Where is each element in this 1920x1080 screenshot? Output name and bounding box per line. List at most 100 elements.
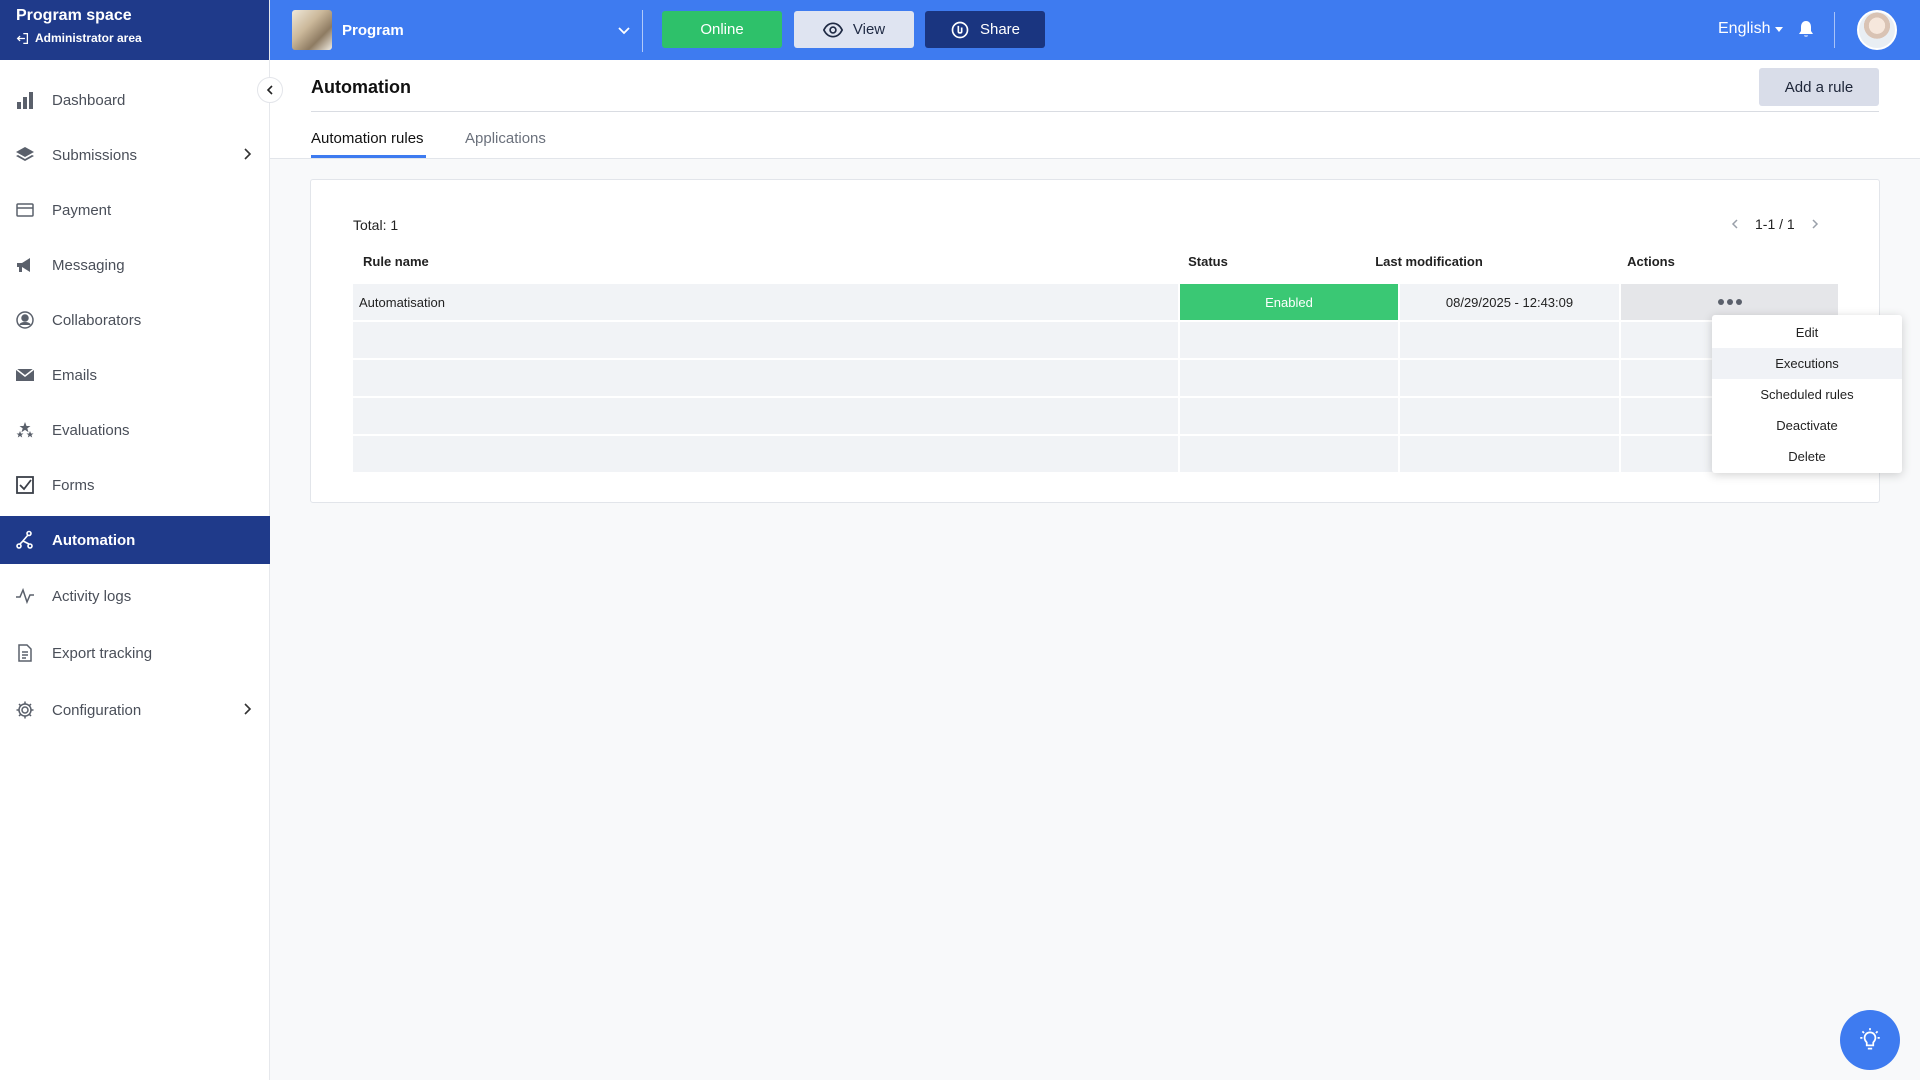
eye-icon bbox=[822, 21, 843, 38]
share-button[interactable]: Share bbox=[925, 11, 1045, 48]
tab-automation-rules[interactable]: Automation rules bbox=[311, 130, 424, 147]
divider bbox=[642, 10, 643, 52]
column-header-status: Status bbox=[1188, 254, 1228, 269]
sidebar-item-submissions[interactable]: Submissions bbox=[0, 131, 270, 179]
help-tips-button[interactable] bbox=[1840, 1010, 1900, 1070]
user-circle-icon bbox=[14, 309, 36, 331]
sidebar-header: Program space Administrator area bbox=[0, 0, 269, 60]
chevron-left-icon bbox=[266, 85, 273, 95]
sidebar-item-label: Submissions bbox=[52, 146, 138, 164]
chevron-right-icon bbox=[244, 703, 252, 715]
column-header-actions: Actions bbox=[1627, 254, 1675, 269]
caret-down-icon bbox=[1775, 27, 1784, 32]
program-thumbnail bbox=[292, 10, 332, 50]
actions-dropdown-menu: Edit Executions Scheduled rules Deactiva… bbox=[1712, 315, 1902, 473]
chevron-right-icon bbox=[244, 148, 252, 160]
sidebar-item-activity-logs[interactable]: Activity logs bbox=[0, 572, 270, 620]
table-row[interactable]: Automatisation Enabled 08/29/2025 - 12:4… bbox=[353, 284, 1838, 320]
table-row-empty bbox=[353, 360, 1838, 396]
credit-card-icon bbox=[14, 199, 36, 221]
sidebar-item-collaborators[interactable]: Collaborators bbox=[0, 296, 270, 344]
sidebar-item-label: Messaging bbox=[52, 256, 125, 274]
rule-name-cell: Automatisation bbox=[353, 284, 1178, 320]
sidebar-item-label: Payment bbox=[52, 201, 112, 219]
rules-card: Total: 1 1-1 / 1 Rule name Status Last m… bbox=[310, 179, 1880, 503]
checkbox-icon bbox=[14, 474, 36, 496]
share-label: Share bbox=[979, 21, 1021, 38]
sidebar-item-messaging[interactable]: Messaging bbox=[0, 241, 270, 289]
sidebar-item-dashboard[interactable]: Dashboard bbox=[0, 76, 270, 124]
last-modification-cell: 08/29/2025 - 12:43:09 bbox=[1400, 284, 1619, 320]
stars-icon bbox=[14, 419, 36, 441]
sidebar-item-label: Activity logs bbox=[52, 587, 132, 605]
menu-item-executions[interactable]: Executions bbox=[1712, 348, 1902, 379]
online-label: Online bbox=[700, 21, 744, 38]
menu-item-scheduled-rules[interactable]: Scheduled rules bbox=[1712, 379, 1902, 410]
language-selector[interactable]: English bbox=[1718, 20, 1784, 38]
user-avatar[interactable] bbox=[1857, 10, 1897, 50]
administrator-area-label: Administrator area bbox=[35, 31, 142, 45]
chevron-right-icon[interactable] bbox=[1809, 218, 1821, 230]
layers-icon bbox=[14, 144, 36, 166]
divider bbox=[311, 111, 1879, 112]
pagination: 1-1 / 1 bbox=[1729, 216, 1821, 232]
view-label: View bbox=[852, 21, 886, 38]
table-row-empty bbox=[353, 322, 1838, 358]
language-label: English bbox=[1718, 20, 1771, 37]
page-header: Automation Add a rule Automation rules A… bbox=[270, 60, 1920, 159]
total-count: Total: 1 bbox=[353, 217, 399, 233]
menu-item-delete[interactable]: Delete bbox=[1712, 441, 1902, 472]
sidebar-item-label: Forms bbox=[52, 476, 95, 494]
sidebar-item-label: Automation bbox=[52, 531, 136, 549]
document-export-icon bbox=[14, 642, 36, 664]
envelope-icon bbox=[14, 364, 36, 386]
page-title: Automation bbox=[311, 77, 411, 97]
sidebar-item-label: Collaborators bbox=[52, 311, 142, 329]
table-row-empty bbox=[353, 398, 1838, 434]
exit-icon bbox=[16, 32, 29, 44]
program-name: Program bbox=[342, 21, 404, 39]
sidebar-item-export-tracking[interactable]: Export tracking bbox=[0, 629, 270, 677]
bar-chart-icon bbox=[14, 89, 36, 111]
online-button[interactable]: Online bbox=[662, 11, 782, 48]
menu-item-edit[interactable]: Edit bbox=[1712, 317, 1902, 348]
sidebar-item-payment[interactable]: Payment bbox=[0, 186, 270, 234]
active-tab-indicator bbox=[311, 155, 426, 158]
sidebar-collapse-button[interactable] bbox=[257, 77, 283, 103]
workspace-title: Program space bbox=[16, 7, 132, 24]
column-header-rule-name: Rule name bbox=[363, 254, 429, 269]
sidebar-item-label: Configuration bbox=[52, 701, 142, 719]
view-button[interactable]: View bbox=[794, 11, 914, 48]
divider bbox=[1834, 12, 1835, 48]
top-bar: Program Online View Share English bbox=[270, 0, 1920, 60]
tab-applications[interactable]: Applications bbox=[465, 130, 546, 147]
sidebar-item-label: Dashboard bbox=[52, 91, 126, 109]
add-rule-button[interactable]: Add a rule bbox=[1759, 68, 1879, 106]
share-link-icon bbox=[951, 21, 969, 38]
activity-pulse-icon bbox=[14, 585, 36, 607]
program-selector[interactable]: Program bbox=[292, 10, 632, 50]
megaphone-icon bbox=[14, 254, 36, 276]
sidebar-item-evaluations[interactable]: Evaluations bbox=[0, 406, 270, 454]
status-badge: Enabled bbox=[1180, 284, 1398, 320]
chevron-left-icon[interactable] bbox=[1729, 218, 1741, 230]
administrator-area-link[interactable]: Administrator area bbox=[16, 31, 269, 45]
table-row-empty bbox=[353, 436, 1838, 472]
sidebar-item-label: Evaluations bbox=[52, 421, 130, 439]
sidebar-item-forms[interactable]: Forms bbox=[0, 461, 270, 509]
sidebar-item-automation[interactable]: Automation bbox=[0, 516, 270, 564]
more-horizontal-icon bbox=[1717, 299, 1742, 305]
chevron-down-icon bbox=[618, 27, 630, 35]
menu-item-deactivate[interactable]: Deactivate bbox=[1712, 410, 1902, 441]
sidebar: Program space Administrator area Dashboa… bbox=[0, 0, 270, 1080]
sidebar-item-label: Emails bbox=[52, 366, 98, 384]
sidebar-item-emails[interactable]: Emails bbox=[0, 351, 270, 399]
column-header-last-modification: Last modification bbox=[1375, 254, 1483, 269]
bell-icon[interactable] bbox=[1796, 19, 1816, 39]
sidebar-item-configuration[interactable]: Configuration bbox=[0, 686, 270, 734]
lightbulb-icon bbox=[1860, 1028, 1880, 1050]
sidebar-item-label: Export tracking bbox=[52, 644, 153, 662]
automation-icon bbox=[14, 529, 36, 551]
pagination-range: 1-1 / 1 bbox=[1755, 216, 1795, 232]
gear-icon bbox=[14, 699, 36, 721]
